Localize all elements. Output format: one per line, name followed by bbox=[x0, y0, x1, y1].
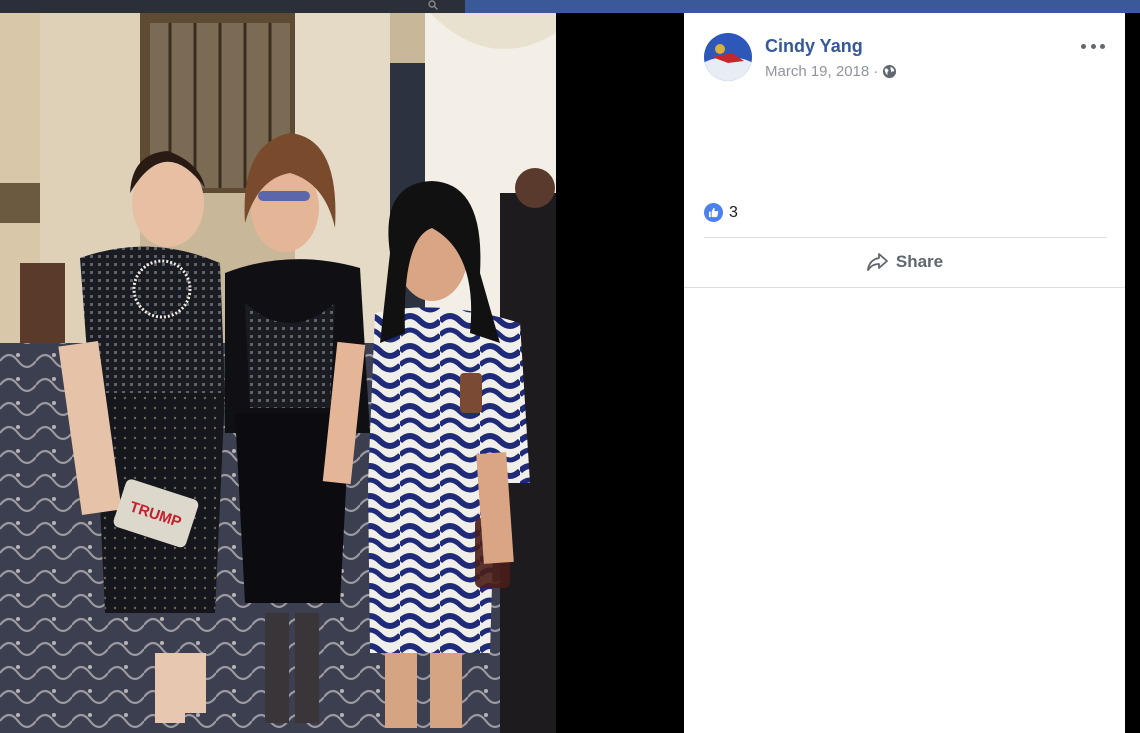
more-options-button[interactable] bbox=[1081, 37, 1105, 55]
date-separator: · bbox=[873, 63, 879, 80]
share-icon bbox=[866, 253, 888, 271]
facebook-nav-bar bbox=[465, 0, 1140, 13]
reaction-count: 3 bbox=[729, 203, 738, 221]
more-options-icon bbox=[1090, 43, 1096, 49]
divider bbox=[704, 237, 1107, 238]
post-details-panel: Cindy Yang March 19, 2018 · 3 Share bbox=[684, 13, 1125, 733]
reactions-summary[interactable]: 3 bbox=[704, 203, 738, 222]
avatar[interactable] bbox=[704, 33, 752, 81]
divider bbox=[684, 287, 1125, 288]
search-icon[interactable] bbox=[428, 0, 438, 10]
post-photo[interactable]: TRUMP bbox=[0, 13, 556, 733]
post-date-link[interactable]: March 19, 2018 bbox=[765, 63, 869, 80]
globe-icon[interactable] bbox=[882, 64, 897, 79]
post-meta: March 19, 2018 · bbox=[765, 63, 897, 80]
author-name-link[interactable]: Cindy Yang bbox=[765, 36, 863, 57]
like-icon bbox=[704, 203, 723, 222]
more-options-icon bbox=[1100, 43, 1105, 49]
share-label: Share bbox=[895, 252, 944, 271]
top-navigation-bar bbox=[0, 0, 1140, 13]
share-button[interactable]: Share bbox=[684, 243, 1125, 281]
more-options-icon bbox=[1081, 43, 1086, 49]
